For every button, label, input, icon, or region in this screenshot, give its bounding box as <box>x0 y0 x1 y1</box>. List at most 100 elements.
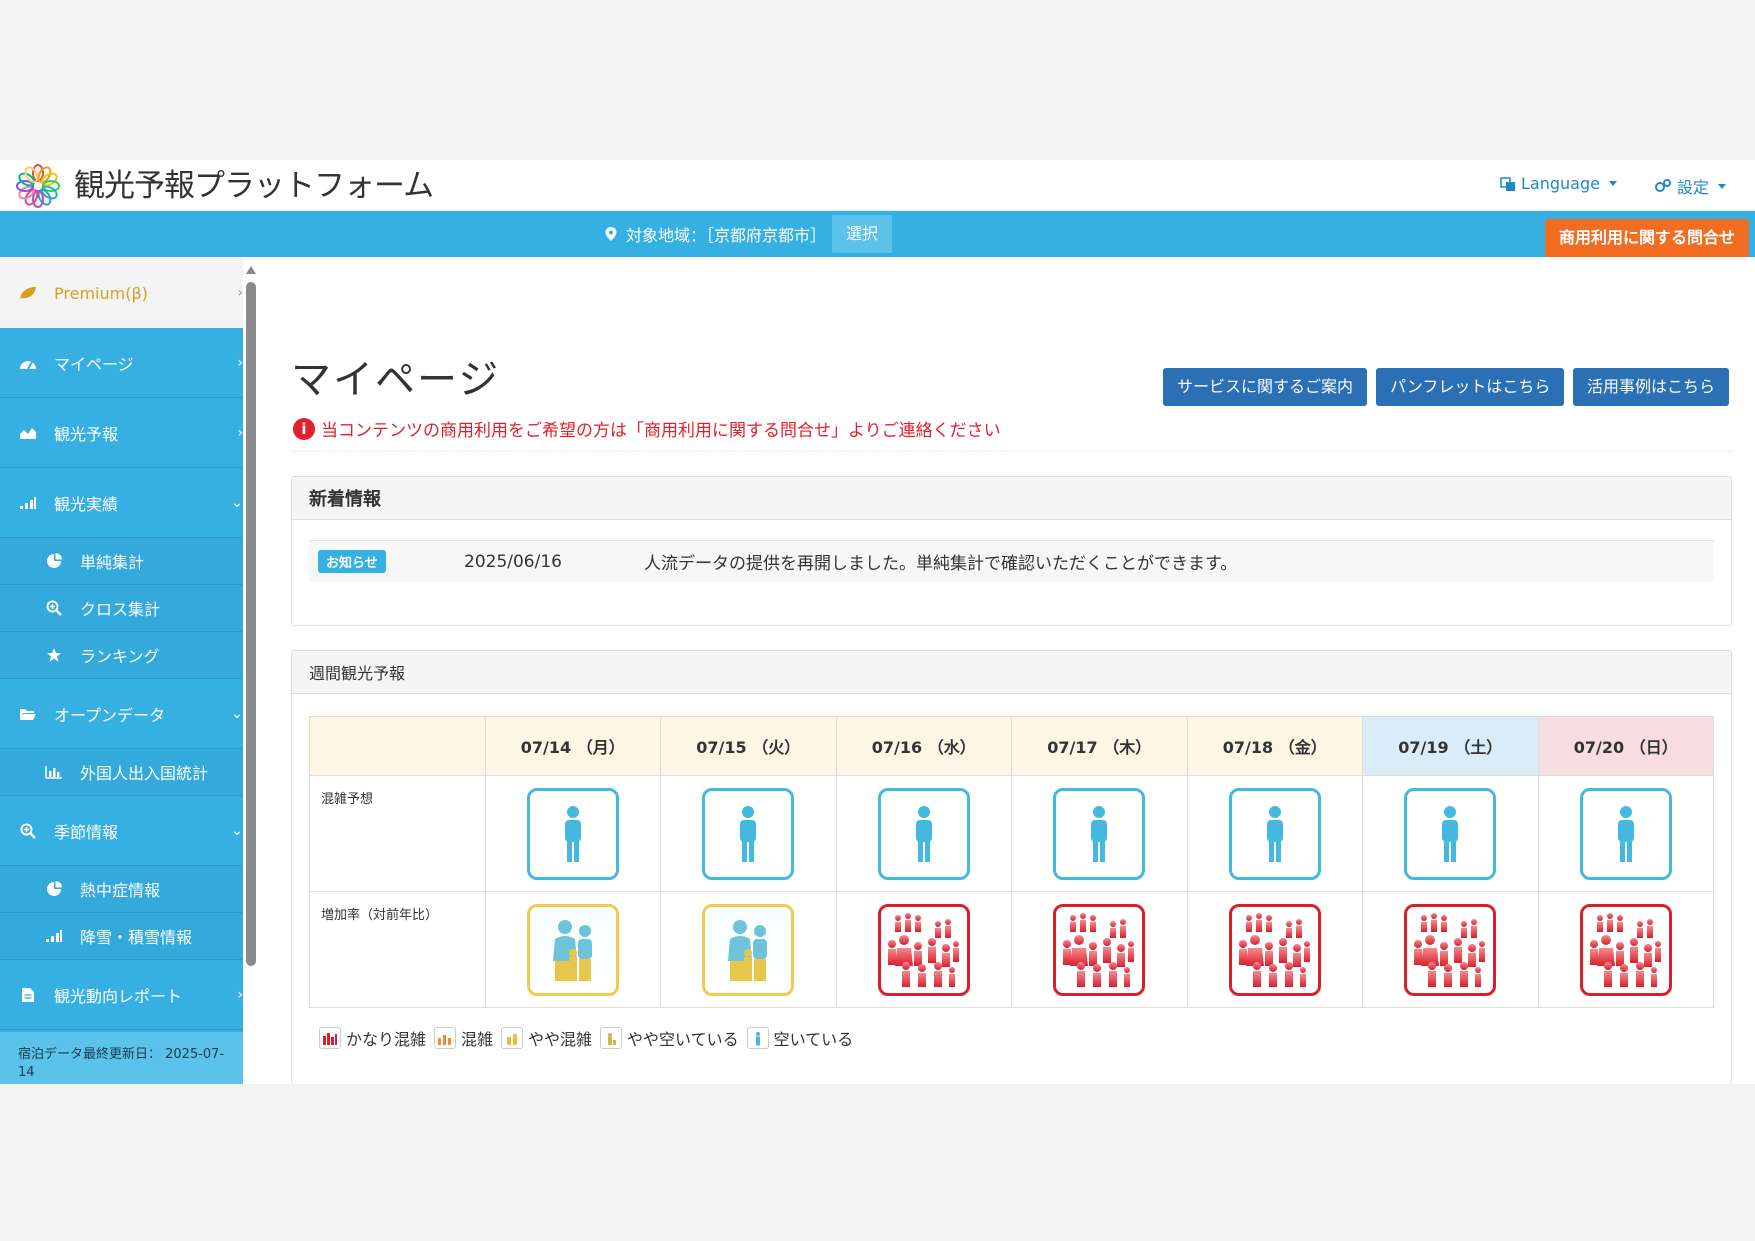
sidebar-item-snow-info[interactable]: 降雪・積雪情報 <box>0 913 243 960</box>
family-icon[interactable] <box>526 903 619 996</box>
sidebar-item-results[interactable]: 観光実績 ⌄ <box>0 468 243 538</box>
empty-person-icon[interactable] <box>1579 787 1672 880</box>
scrollbar-thumb[interactable] <box>246 282 256 966</box>
target-region-label: 対象地域：［京都府京都市］ <box>626 226 827 245</box>
legend-label: 混雑 <box>461 1030 494 1049</box>
legend-item: 混雑 <box>434 1026 493 1050</box>
target-region: 対象地域：［京都府京都市］ 選択 <box>604 211 893 257</box>
sidebar-item-cross-aggregation[interactable]: クロス集計 <box>0 585 243 632</box>
sidebar-item-forecast[interactable]: 観光予報 › <box>0 398 243 468</box>
sidebar-item-label: 観光実績 <box>54 494 119 514</box>
sidebar-item-label: 外国人出入国統計 <box>80 764 209 783</box>
crowd-icon[interactable] <box>1579 903 1672 996</box>
crowd-icon[interactable] <box>1053 903 1146 996</box>
legend-label: やや空いている <box>627 1030 739 1049</box>
chevron-down-icon <box>1718 183 1727 189</box>
day-header: 07/15 （火） <box>660 716 837 776</box>
sidebar-item-label: 熱中症情報 <box>80 881 161 900</box>
day-header-sunday: 07/20 （日） <box>1537 716 1714 776</box>
case-studies-button[interactable]: 活用事例はこちら <box>1573 368 1730 406</box>
sidebar-item-label: 観光予報 <box>54 424 119 444</box>
forecast-cell <box>660 775 837 892</box>
star-icon <box>44 645 64 665</box>
sidebar-item-premium[interactable]: Premium(β) › <box>0 258 243 328</box>
sidebar-item-heatstroke-info[interactable]: 熱中症情報 <box>0 866 243 913</box>
empty-person-icon[interactable] <box>1053 787 1146 880</box>
settings-menu[interactable]: 設定 <box>1654 174 1727 198</box>
area-chart-icon <box>18 423 38 443</box>
empty-person-icon[interactable] <box>702 787 795 880</box>
map-marker-icon <box>605 227 617 241</box>
forecast-cell <box>1186 891 1363 1008</box>
logo-icon[interactable] <box>16 164 60 208</box>
sidebar-item-ranking[interactable]: ランキング <box>0 632 243 679</box>
sidebar-item-label: ランキング <box>80 647 160 666</box>
dashboard-icon <box>18 353 38 373</box>
news-item[interactable]: お知らせ 2025/06/16 人流データの提供を再開しました。単純集計で確認い… <box>309 540 1714 582</box>
sidebar-item-mypage[interactable]: マイページ › <box>0 328 243 398</box>
empty-person-icon[interactable] <box>877 787 970 880</box>
commercial-use-notice: i 当コンテンツの商用利用をご希望の方は「商用利用に関する問合せ」よりご連絡くだ… <box>293 416 1001 441</box>
legend-item: やや混雑 <box>501 1026 592 1050</box>
sidebar-scrollbar[interactable] <box>244 258 258 1084</box>
chevron-right-icon: › <box>237 424 243 441</box>
language-menu[interactable]: Language <box>1500 174 1617 193</box>
forecast-cell <box>1186 775 1363 892</box>
row-label: 増加率（対前年比） <box>309 891 486 1008</box>
sidebar: Premium(β) › マイページ › 観光予報 › 観光実績 ⌄ 単純集計 … <box>0 258 243 1084</box>
crowd-icon[interactable] <box>1404 903 1497 996</box>
weekly-forecast-panel: 週間観光予報 07/14 （月） 07/15 （火） 07/16 （水） 07/… <box>291 650 1732 1084</box>
service-info-button[interactable]: サービスに関するご案内 <box>1163 368 1368 406</box>
family-icon[interactable] <box>702 903 795 996</box>
table-header-row: 07/14 （月） 07/15 （火） 07/16 （水） 07/17 （木） … <box>309 716 1714 776</box>
sidebar-item-label: 単純集計 <box>80 553 145 572</box>
table-header-empty <box>309 716 486 776</box>
pie-chart-icon <box>44 879 64 899</box>
forecast-cell <box>1537 891 1714 1008</box>
pie-chart-icon <box>44 551 64 571</box>
forecast-cell <box>1537 775 1714 892</box>
page-title: マイページ <box>291 357 501 403</box>
sidebar-item-seasonal-info[interactable]: 季節情報 ⌄ <box>0 796 243 866</box>
legend-label: やや混雑 <box>528 1030 593 1049</box>
legend-label: かなり混雑 <box>346 1030 427 1049</box>
news-text: 人流データの提供を再開しました。単純集計で確認いただくことができます。 <box>644 554 1238 574</box>
notice-text: 当コンテンツの商用利用をご希望の方は「商用利用に関する問合せ」よりご連絡ください <box>321 421 1001 441</box>
news-date: 2025/06/16 <box>464 551 562 572</box>
region-select-button[interactable]: 選択 <box>832 215 893 253</box>
row-label: 混雑予想 <box>309 775 486 892</box>
forecast-cell <box>1362 891 1539 1008</box>
forecast-cell <box>1362 775 1539 892</box>
pamphlet-button[interactable]: パンフレットはこちら <box>1376 368 1565 406</box>
empty-person-icon[interactable] <box>526 787 619 880</box>
sidebar-item-trend-report[interactable]: 観光動向レポート › <box>0 960 243 1030</box>
table-row: 混雑予想 <box>309 775 1714 892</box>
empty-person-icon[interactable] <box>1228 787 1321 880</box>
news-panel: 新着情報 お知らせ 2025/06/16 人流データの提供を再開しました。単純集… <box>291 476 1732 626</box>
sidebar-item-label: 観光動向レポート <box>54 986 183 1006</box>
empty-person-icon[interactable] <box>1404 787 1497 880</box>
file-icon <box>18 985 38 1005</box>
scroll-up-arrow-icon[interactable] <box>246 266 256 274</box>
crowd-icon[interactable] <box>1228 903 1321 996</box>
translate-icon <box>1500 176 1515 191</box>
sidebar-item-label: クロス集計 <box>80 600 161 619</box>
sidebar-item-label: 季節情報 <box>54 822 119 842</box>
business-inquiry-button[interactable]: 商用利用に関する問合せ <box>1544 219 1749 257</box>
slightly-crowded-icon <box>501 1027 524 1049</box>
sidebar-item-foreign-visitor-stats[interactable]: 外国人出入国統計 <box>0 749 243 796</box>
weekly-forecast-table: 07/14 （月） 07/15 （火） 07/16 （水） 07/17 （木） … <box>309 716 1714 1008</box>
sidebar-item-label: オープンデータ <box>54 705 166 725</box>
brand-title[interactable]: 観光予報プラットフォーム <box>74 166 434 206</box>
forecast-cell <box>835 775 1012 892</box>
gears-icon <box>1655 179 1671 192</box>
forecast-cell <box>835 891 1012 1008</box>
slightly-empty-icon <box>600 1027 623 1049</box>
crowd-icon[interactable] <box>877 903 970 996</box>
chevron-down-icon: ⌄ <box>231 494 243 511</box>
forecast-cell <box>660 891 837 1008</box>
sidebar-item-simple-aggregation[interactable]: 単純集計 <box>0 538 243 585</box>
news-badge: お知らせ <box>318 550 386 573</box>
sidebar-item-open-data[interactable]: オープンデータ ⌄ <box>0 679 243 749</box>
day-header: 07/16 （水） <box>835 716 1012 776</box>
